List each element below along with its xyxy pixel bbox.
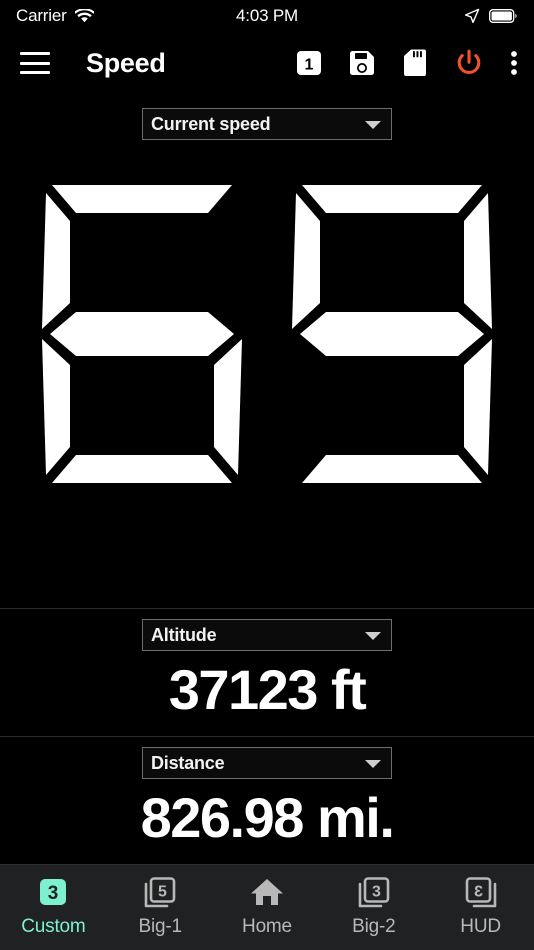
- page-title: Speed: [86, 47, 166, 78]
- app-screen: Carrier 4:03 PM Speed 1 Current speed Al…: [0, 0, 534, 950]
- altitude-metric-select[interactable]: Altitude: [142, 619, 392, 651]
- clock-label: 4:03 PM: [236, 6, 298, 25]
- segment-middle: [50, 312, 234, 356]
- tab-big-2-badge: 3: [372, 884, 381, 901]
- chevron-down-icon: [365, 121, 381, 129]
- segment-top-left: [42, 193, 70, 329]
- readout-altitude: Altitude 37123 ft: [0, 609, 534, 737]
- segment-middle: [300, 312, 484, 356]
- layers-number-3-filled-icon: 3: [35, 873, 71, 913]
- app-toolbar: Speed 1: [0, 32, 534, 94]
- altitude-metric-label: Altitude: [151, 624, 217, 645]
- speed-selector-wrap: Current speed: [0, 108, 534, 140]
- sd-card-button[interactable]: [402, 49, 428, 77]
- profile-slot-number: 1: [305, 57, 314, 74]
- seven-segment-display: [0, 140, 534, 608]
- status-bar: Carrier 4:03 PM: [0, 0, 534, 32]
- segment-top-right: [464, 193, 492, 329]
- distance-metric-label: Distance: [151, 752, 225, 773]
- tab-big-2[interactable]: 3 Big-2: [320, 873, 427, 938]
- bottom-tab-bar: 3 Custom 5 Big-1 Home 3 Big-2 3 HUD: [0, 864, 534, 950]
- segment-top-right: [214, 193, 242, 329]
- layers-number-3-mirrored-icon: 3: [463, 873, 499, 913]
- overflow-menu-button[interactable]: [510, 50, 518, 76]
- power-button[interactable]: [454, 48, 484, 78]
- status-bar-center: 4:03 PM: [236, 6, 298, 26]
- distance-value: 826.98 mi.: [140, 786, 395, 849]
- layers-number-5-icon: 5: [142, 873, 178, 913]
- tab-hud[interactable]: 3 HUD: [427, 873, 534, 938]
- tab-custom[interactable]: 3 Custom: [0, 873, 107, 938]
- tab-home[interactable]: Home: [214, 873, 321, 938]
- tab-big-1[interactable]: 5 Big-1: [107, 873, 214, 938]
- altitude-value: 37123 ft: [168, 658, 367, 721]
- svg-text:3: 3: [474, 884, 483, 901]
- status-bar-left: Carrier: [16, 6, 236, 26]
- carrier-label: Carrier: [16, 6, 67, 25]
- home-icon: [249, 873, 285, 913]
- layers-number-3-icon: 3: [356, 873, 392, 913]
- speed-metric-label: Current speed: [151, 113, 271, 134]
- save-button[interactable]: [348, 49, 376, 77]
- status-bar-right: [298, 8, 518, 24]
- wifi-icon: [74, 9, 94, 23]
- tab-custom-label: Custom: [21, 916, 86, 937]
- segment-bottom-left: [292, 339, 320, 475]
- segment-top-left: [292, 193, 320, 329]
- segment-bottom-left: [42, 339, 70, 475]
- profile-slot-button[interactable]: 1: [296, 50, 322, 76]
- speed-panel: Current speed: [0, 94, 534, 609]
- segment-top: [52, 185, 232, 213]
- distance-metric-select[interactable]: Distance: [142, 747, 392, 779]
- seven-segment-digit-2: [292, 185, 492, 483]
- hamburger-menu-icon[interactable]: [20, 52, 50, 74]
- segment-top: [302, 185, 482, 213]
- tab-big-1-label: Big-1: [138, 916, 183, 937]
- speed-metric-select[interactable]: Current speed: [142, 108, 392, 140]
- battery-full-icon: [489, 9, 518, 23]
- tab-home-label: Home: [242, 916, 292, 937]
- tab-custom-badge: 3: [48, 883, 59, 904]
- chevron-down-icon: [365, 632, 381, 640]
- readout-distance: Distance 826.98 mi.: [0, 737, 534, 864]
- seven-segment-digit-1: [42, 185, 242, 483]
- chevron-down-icon: [365, 760, 381, 768]
- toolbar-actions: 1: [296, 48, 518, 78]
- tab-hud-label: HUD: [460, 916, 501, 937]
- segment-bottom-right: [214, 339, 242, 475]
- location-arrow-icon: [464, 8, 480, 24]
- segment-bottom-right: [464, 339, 492, 475]
- tab-big-2-label: Big-2: [352, 916, 396, 937]
- segment-bottom: [302, 455, 482, 483]
- tab-big-1-badge: 5: [158, 884, 167, 901]
- segment-bottom: [52, 455, 232, 483]
